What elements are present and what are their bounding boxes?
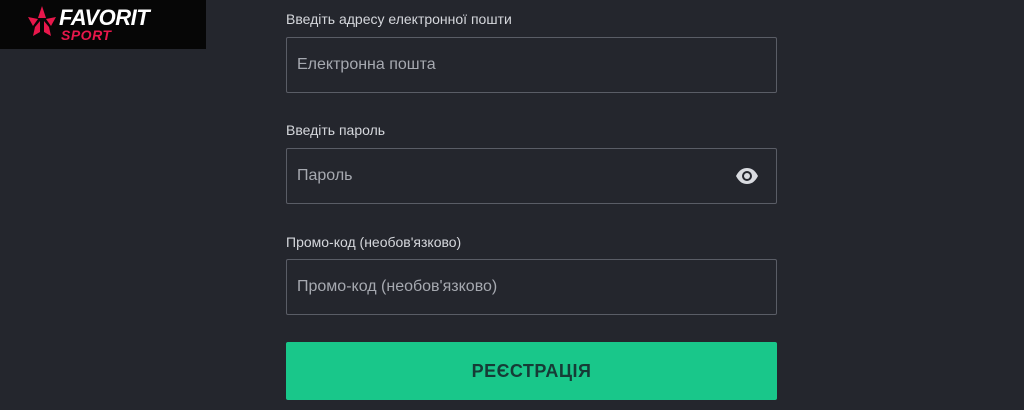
- star-icon: [28, 6, 56, 36]
- password-label: Введіть пароль: [286, 122, 386, 138]
- brand-logo[interactable]: FAVORIT SPORT: [0, 0, 206, 49]
- promo-label: Промо-код (необов'язково): [286, 234, 462, 250]
- promo-field: [286, 259, 777, 315]
- email-label: Введіть адресу електронної пошти: [286, 11, 512, 27]
- register-button[interactable]: РЕЄСТРАЦІЯ: [286, 342, 777, 400]
- brand-name: FAVORIT: [59, 5, 150, 30]
- eye-icon[interactable]: [735, 166, 759, 186]
- promo-input[interactable]: [287, 260, 776, 314]
- password-field: [286, 148, 777, 204]
- email-field: [286, 37, 777, 93]
- email-input[interactable]: [287, 38, 776, 92]
- brand-subtitle: SPORT: [61, 27, 112, 43]
- password-input[interactable]: [287, 149, 776, 203]
